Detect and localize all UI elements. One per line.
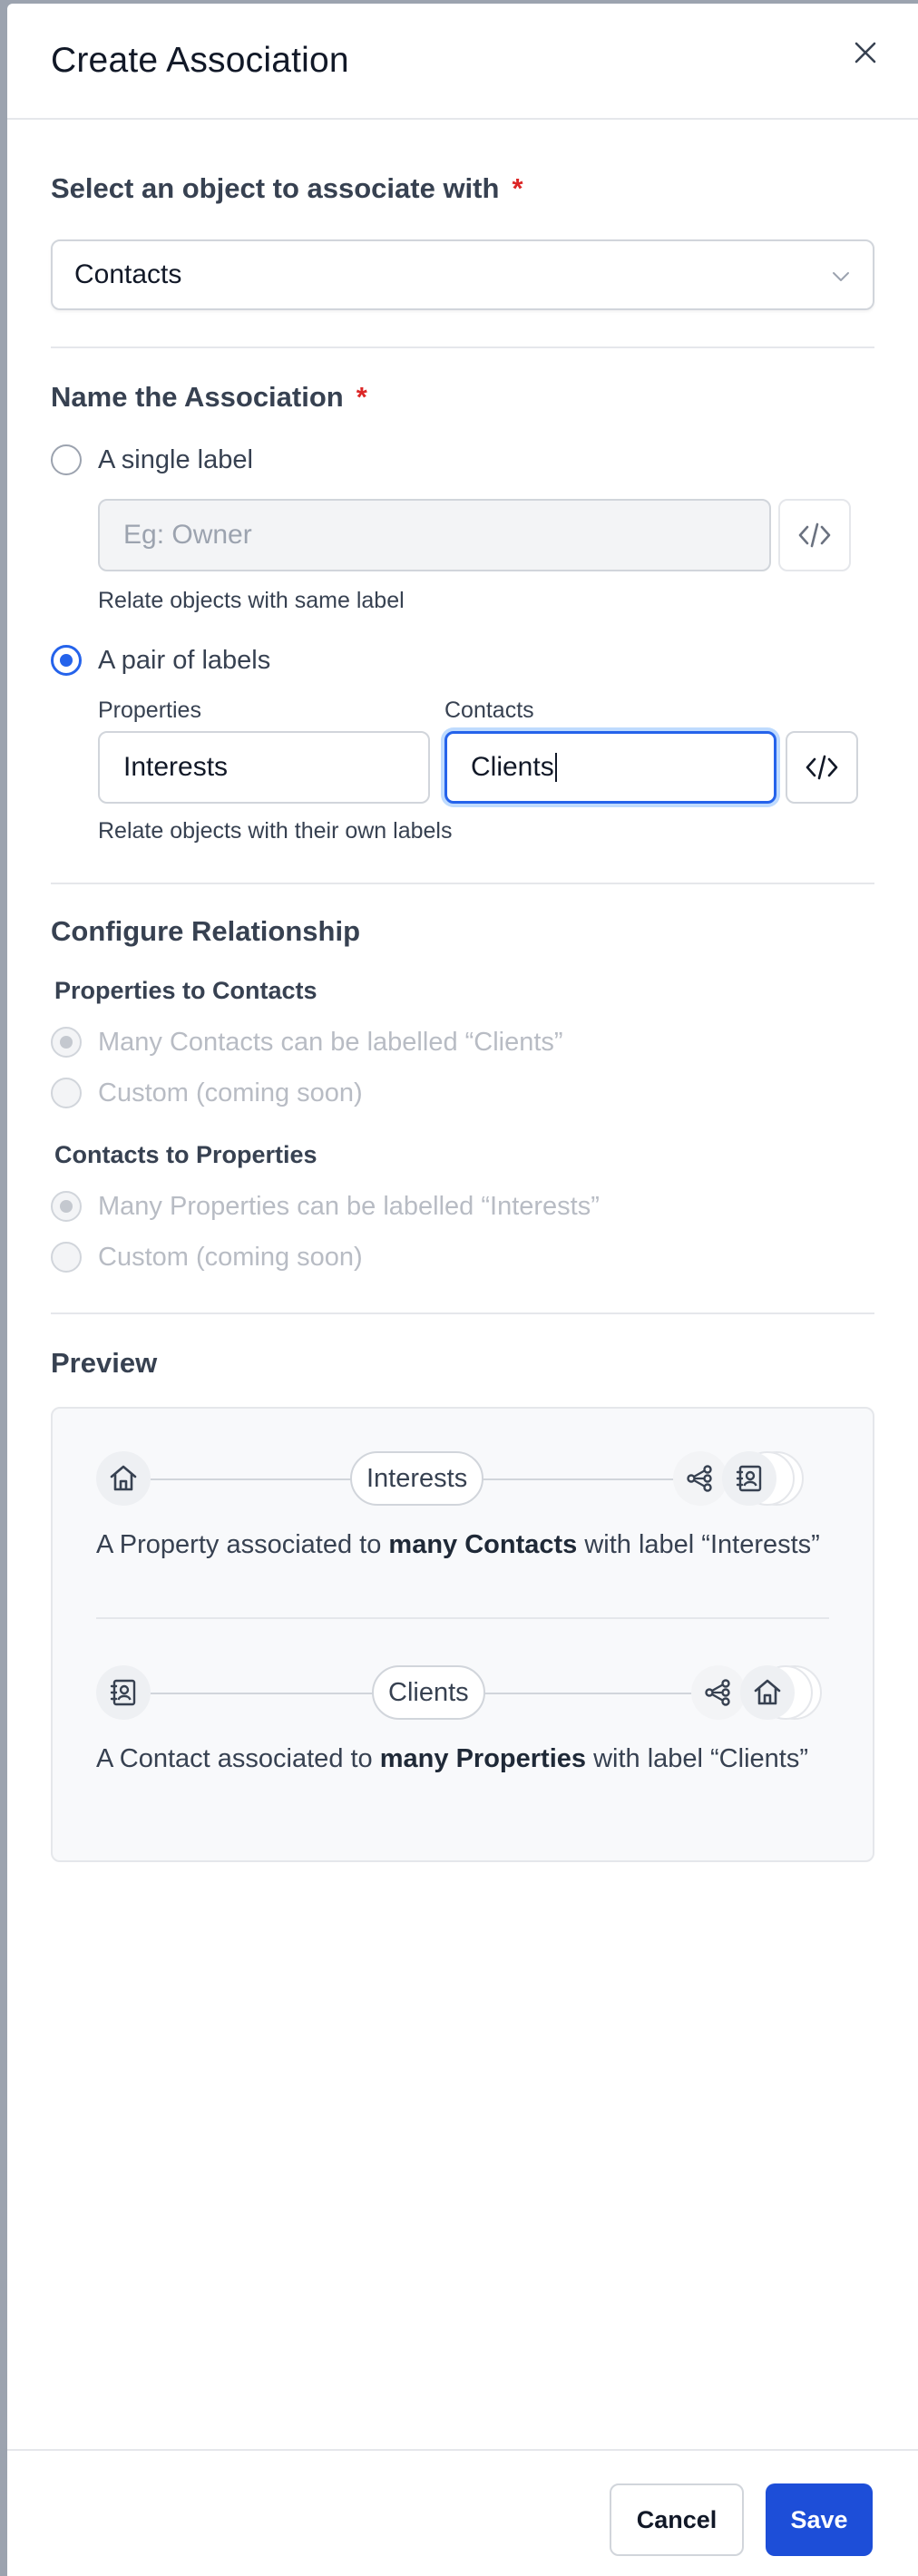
pair-labels-text: A pair of labels [98,645,271,675]
pair-labels-headers: Properties Contacts [98,698,874,724]
chevron-down-icon [833,272,849,281]
group2-option-custom-radio[interactable] [51,1242,82,1273]
object-select-dropdown[interactable]: Contacts [51,239,874,310]
code-brackets-icon [798,522,831,548]
contact-book-icon [110,1679,136,1706]
group1-option-custom-text: Custom (coming soon) [98,1078,363,1107]
group1-option-custom[interactable]: Custom (coming soon) [51,1078,874,1108]
group1-option-many-text: Many Contacts can be labelled “Clients” [98,1027,563,1057]
close-button[interactable] [849,36,882,69]
group2-option-custom-text: Custom (coming soon) [98,1242,363,1272]
text-caret [554,753,557,782]
single-label-input-row: Eg: Owner [98,499,874,571]
relationship-title: Configure Relationship [51,915,360,947]
preview-pill-1: Interests [350,1451,484,1506]
properties-label-value: Interests [123,752,229,782]
pair-left-label: Properties [98,698,201,723]
name-association-label: Name the Association [51,381,344,413]
property-node [96,1451,151,1506]
preview-flow-row-1: Interests [96,1443,829,1514]
object-select-value: Contacts [74,259,182,289]
single-label-option[interactable]: A single label [51,444,874,475]
name-association-heading: Name the Association * [51,381,874,414]
share-nodes-icon [687,1465,712,1492]
object-select-heading: Select an object to associate with * [51,172,874,205]
preview-text-2a: A Contact associated to [96,1744,380,1773]
preview-text-2c: with label “Clients” [586,1744,808,1773]
pair-right-label: Contacts [444,698,534,723]
relationship-group1-title: Properties to Contacts [54,977,317,1004]
dialog-body: Select an object to associate with * Cont… [7,172,918,1862]
close-icon [855,42,876,63]
pair-labels-code-button[interactable] [786,731,858,804]
properties-label-input[interactable]: Interests [98,731,430,804]
preview-description-2: A Contact associated to many Properties … [96,1741,829,1777]
group2-option-custom[interactable]: Custom (coming soon) [51,1242,874,1273]
save-button[interactable]: Save [766,2483,873,2556]
single-label-help: Relate objects with same label [98,588,405,613]
divider [51,346,874,348]
dialog-header: Create Association [7,4,918,120]
home-icon [754,1679,781,1705]
divider [51,883,874,884]
pair-labels-radio[interactable] [51,645,82,676]
cancel-button[interactable]: Cancel [610,2483,744,2556]
dialog-footer: Cancel Save [7,2449,918,2576]
relation-node [691,1665,746,1720]
required-mark: * [512,172,523,204]
preview-title: Preview [51,1347,158,1379]
single-label-code-button[interactable] [778,499,851,571]
group2-option-many[interactable]: Many Properties can be labelled “Interes… [51,1191,874,1222]
relationship-group2-title: Contacts to Properties [54,1141,317,1168]
required-mark: * [356,381,367,413]
group1-option-many[interactable]: Many Contacts can be labelled “Clients” [51,1027,874,1058]
relation-node [673,1451,728,1506]
group1-option-custom-radio[interactable] [51,1078,82,1108]
object-select-label: Select an object to associate with [51,172,500,204]
single-label-input[interactable]: Eg: Owner [98,499,771,571]
home-icon [110,1465,137,1491]
single-label-radio[interactable] [51,444,82,475]
preview-text-1c: with label “Interests” [577,1530,820,1559]
single-label-placeholder: Eg: Owner [123,520,252,550]
preview-text-2b: many Properties [379,1744,587,1773]
contact-book-icon [736,1465,762,1492]
property-node [740,1665,795,1720]
preview-text-1a: A Property associated to [96,1530,389,1559]
pair-labels-inputs: Interests Clients [98,731,874,804]
group1-option-many-radio[interactable] [51,1027,82,1058]
preview-flow-row-2: Clients [96,1657,829,1728]
preview-text-1b: many Contacts [388,1530,578,1559]
code-brackets-icon [806,755,838,780]
preview-description-1: A Property associated to many Contacts w… [96,1527,829,1563]
contact-node [96,1665,151,1720]
contacts-label-value: Clients [471,752,554,782]
group2-option-many-radio[interactable] [51,1191,82,1222]
preview-pill-2: Clients [372,1665,485,1720]
create-association-panel: Create Association Select an object to a… [7,4,918,2576]
dialog-title: Create Association [51,41,349,80]
pair-labels-help: Relate objects with their own labels [98,818,453,844]
pair-labels-option[interactable]: A pair of labels [51,645,874,676]
preview-divider [96,1617,829,1619]
preview-box: Interests A Property associated to many … [51,1407,874,1862]
group2-option-many-text: Many Properties can be labelled “Interes… [98,1191,600,1221]
share-nodes-icon [705,1679,730,1706]
contacts-label-input[interactable]: Clients [444,731,776,804]
divider [51,1312,874,1314]
single-label-text: A single label [98,444,253,474]
contact-node [722,1451,776,1506]
